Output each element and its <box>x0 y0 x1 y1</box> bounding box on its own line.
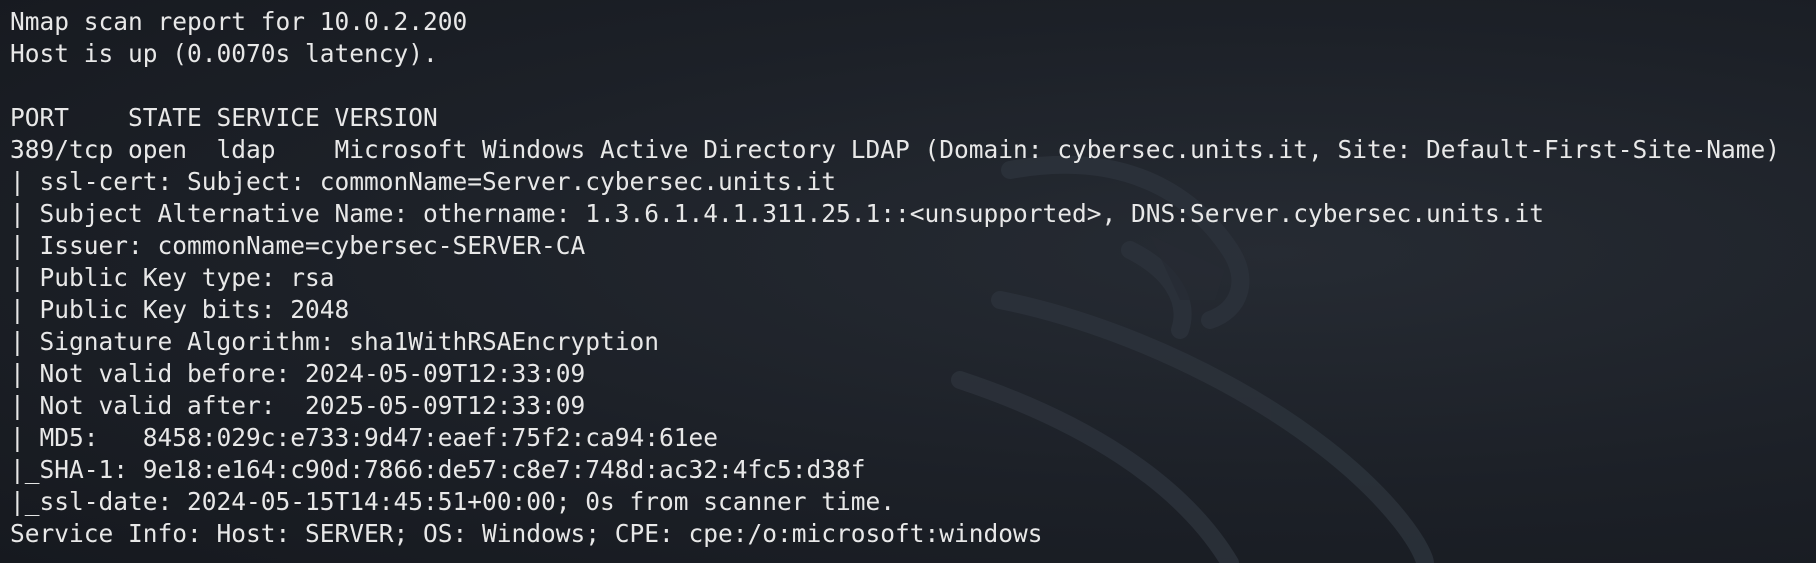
ssl-cert-subject-line: | ssl-cert: Subject: commonName=Server.c… <box>10 167 837 196</box>
service-info-line: Service Info: Host: SERVER; OS: Windows;… <box>10 519 1043 548</box>
subject-alt-name-line: | Subject Alternative Name: othername: 1… <box>10 199 1545 228</box>
sha1-line: |_SHA-1: 9e18:e164:c90d:7866:de57:c8e7:7… <box>10 455 866 484</box>
ssl-date-line: |_ssl-date: 2024-05-15T14:45:51+00:00; 0… <box>10 487 896 516</box>
column-header-line: PORT STATE SERVICE VERSION <box>10 103 438 132</box>
host-status-line: Host is up (0.0070s latency). <box>10 39 438 68</box>
not-valid-after-line: | Not valid after: 2025-05-09T12:33:09 <box>10 391 586 420</box>
public-key-bits-line: | Public Key bits: 2048 <box>10 295 350 324</box>
nmap-output[interactable]: Nmap scan report for 10.0.2.200 Host is u… <box>10 6 1780 550</box>
terminal-window[interactable]: Nmap scan report for 10.0.2.200 Host is u… <box>0 0 1816 563</box>
issuer-line: | Issuer: commonName=cybersec-SERVER-CA <box>10 231 586 260</box>
not-valid-before-line: | Not valid before: 2024-05-09T12:33:09 <box>10 359 586 388</box>
report-header-line: Nmap scan report for 10.0.2.200 <box>10 7 468 36</box>
signature-algorithm-line: | Signature Algorithm: sha1WithRSAEncryp… <box>10 327 660 356</box>
port-line: 389/tcp open ldap Microsoft Windows Acti… <box>10 135 1781 164</box>
md5-line: | MD5: 8458:029c:e733:9d47:eaef:75f2:ca9… <box>10 423 719 452</box>
public-key-type-line: | Public Key type: rsa <box>10 263 335 292</box>
